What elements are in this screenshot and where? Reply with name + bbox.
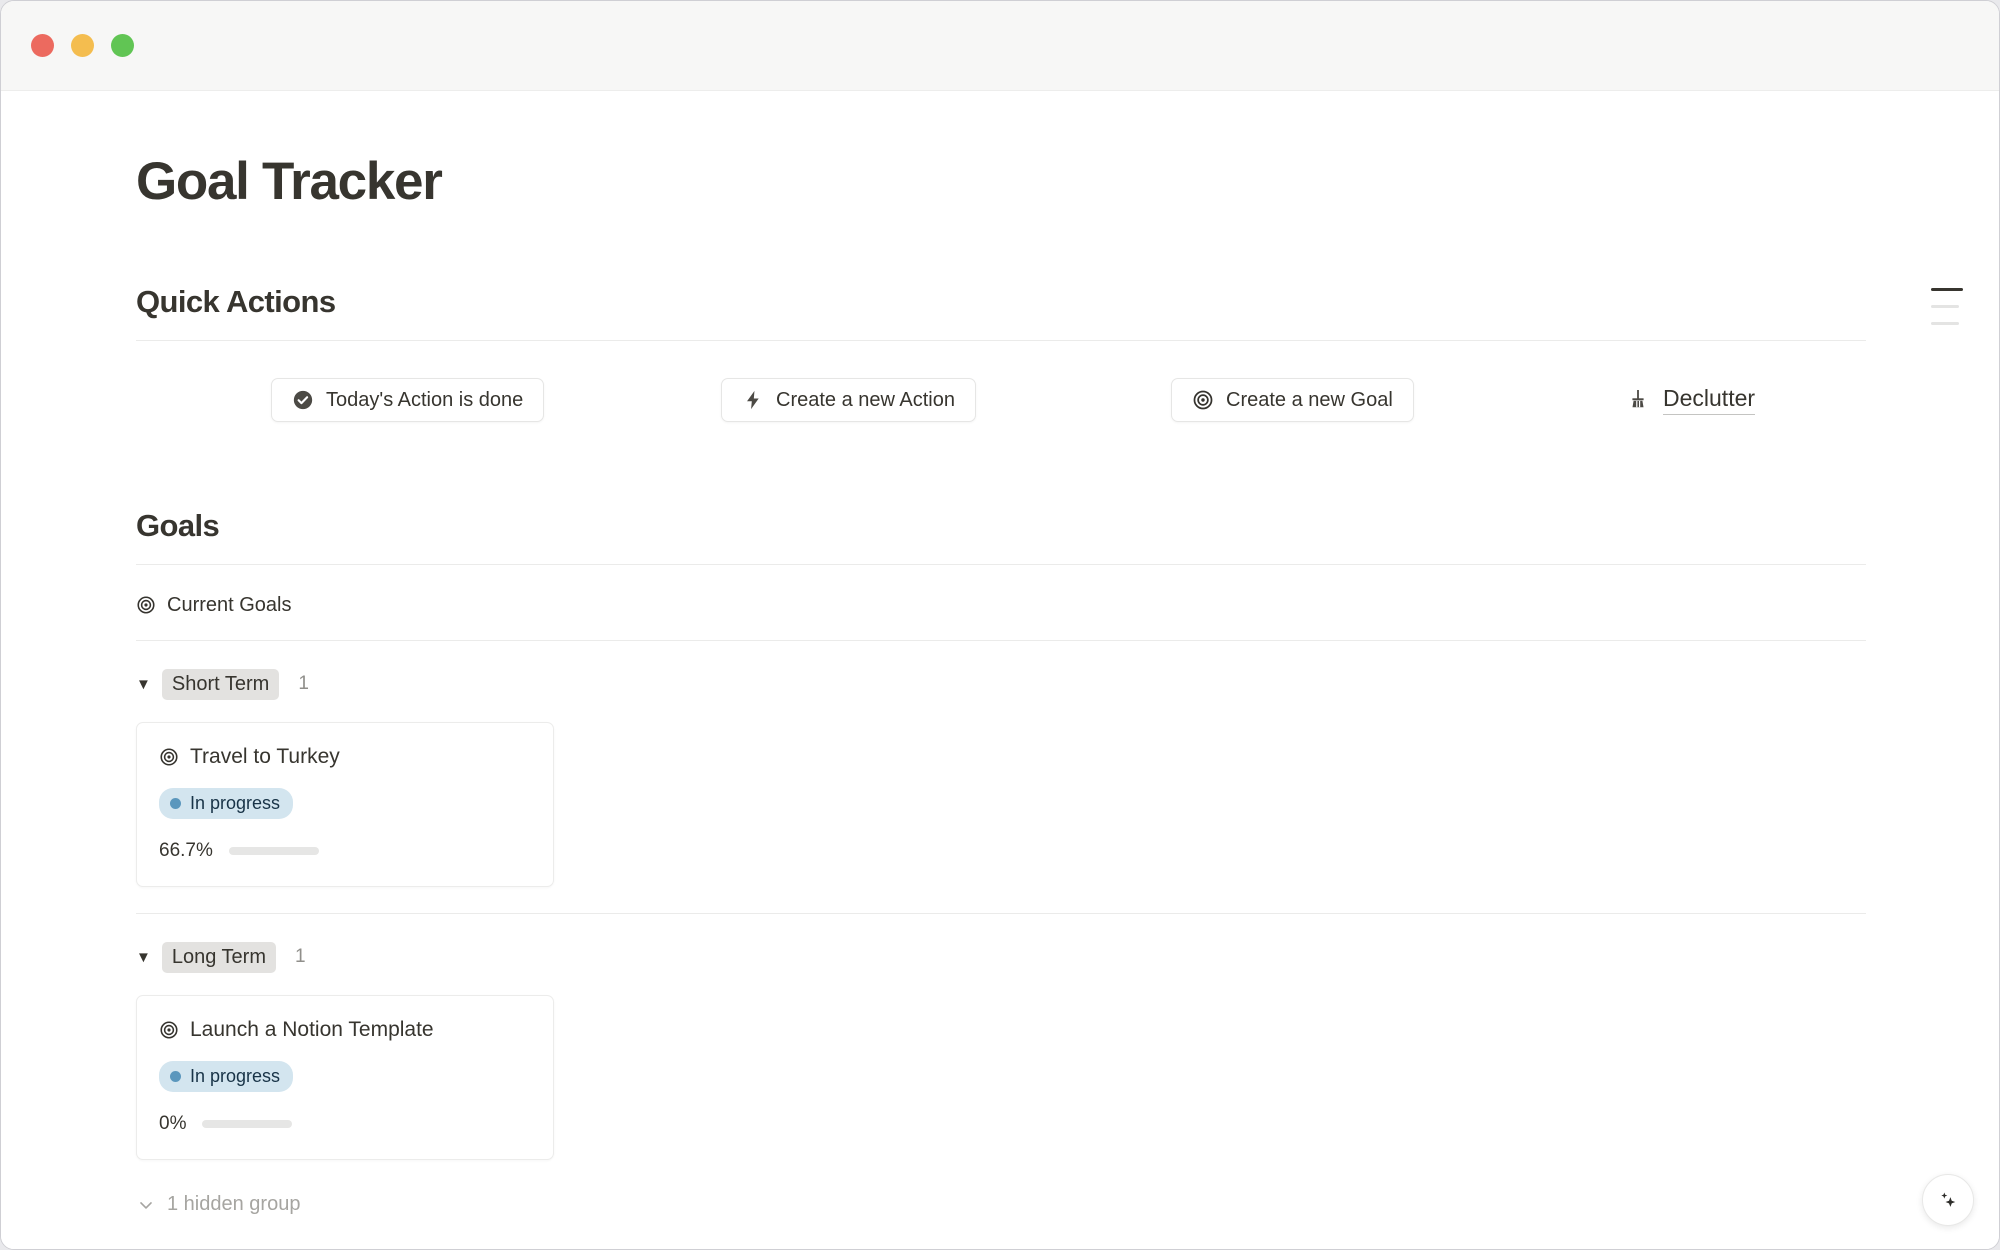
declutter-label: Declutter [1663,385,1756,416]
minimize-window-button[interactable] [71,34,94,57]
target-icon [1192,389,1214,411]
close-window-button[interactable] [31,34,54,57]
create-new-action-button[interactable]: Create a new Action [721,378,976,423]
divider [136,913,1866,915]
button-label: Create a new Action [776,388,955,411]
status-dot-icon [170,798,181,810]
goal-group-header: ▼ Short Term 1 [136,668,1741,700]
progress-percent: 0% [159,1113,187,1135]
hidden-group-label: 1 hidden group [167,1193,301,1216]
group-count: 1 [298,673,309,695]
goals-section: Goals [136,508,1866,566]
quick-actions-heading: Quick Actions [136,284,336,320]
divider [136,340,1866,342]
chevron-down-icon [136,1195,156,1215]
divider [136,640,1866,642]
goal-title: Launch a Notion Template [190,1018,434,1042]
goal-card[interactable]: Launch a Notion Template In progress 0% [136,995,554,1161]
target-icon [159,747,179,767]
group-name-pill[interactable]: Long Term [161,941,276,973]
goal-card-title-row: Travel to Turkey [159,745,531,769]
todays-action-done-button[interactable]: Today's Action is done [271,378,545,423]
collapse-group-toggle[interactable]: ▼ [136,677,151,692]
divider [136,564,1866,566]
lightning-bolt-icon [742,389,764,411]
progress-percent: 66.7% [159,840,213,862]
tab-current-goals[interactable]: Current Goals [136,594,292,623]
progress-row: 66.7% [159,840,531,862]
group-name-pill[interactable]: Short Term [161,668,280,700]
declutter-link[interactable]: Declutter [1626,378,1756,422]
page-body: Goal Tracker Quick Actions Today's Actio… [1,91,1999,1249]
goals-view-tabs: Current Goals [136,587,1741,629]
page-title: Goal Tracker [136,152,443,211]
status-badge: In progress [159,1061,294,1093]
broom-icon [1626,388,1650,412]
create-new-goal-button[interactable]: Create a new Goal [1171,378,1414,423]
quick-actions-section: Quick Actions [136,284,1866,342]
sparkles-icon [1935,1187,1961,1213]
toc-line-active[interactable] [1931,288,1963,291]
toc-line[interactable] [1931,322,1959,325]
traffic-lights [31,34,134,57]
button-label: Today's Action is done [326,388,524,411]
check-circle-icon [292,389,314,411]
progress-bar [202,1120,293,1129]
goal-group-header: ▼ Long Term 1 [136,941,1741,973]
goals-heading: Goals [136,508,220,544]
goal-card-title-row: Launch a Notion Template [159,1018,531,1042]
table-of-contents-indicator[interactable] [1931,288,1963,325]
progress-row: 0% [159,1113,531,1135]
status-label: In progress [190,1066,281,1087]
status-badge: In progress [159,788,294,820]
page-content: Goal Tracker Quick Actions Today's Actio… [1,91,1866,1249]
group-count: 1 [295,946,306,968]
collapse-group-toggle[interactable]: ▼ [136,950,151,965]
maximize-window-button[interactable] [111,34,134,57]
toc-line[interactable] [1931,305,1959,308]
tab-label: Current Goals [167,593,292,616]
target-icon [136,595,156,615]
quick-actions-row: Today's Action is done Create a new Acti… [136,378,1756,428]
app-window: Goal Tracker Quick Actions Today's Actio… [0,0,2000,1250]
target-icon [159,1020,179,1040]
ai-assistant-button[interactable] [1922,1174,1974,1226]
window-titlebar [1,1,1999,91]
status-label: In progress [190,793,281,814]
hidden-group-toggle[interactable]: 1 hidden group [136,1193,1741,1216]
progress-bar [228,847,319,856]
button-label: Create a new Goal [1226,388,1393,411]
goal-card[interactable]: Travel to Turkey In progress 66.7% [136,722,554,888]
status-dot-icon [170,1071,181,1083]
goal-title: Travel to Turkey [190,745,340,769]
